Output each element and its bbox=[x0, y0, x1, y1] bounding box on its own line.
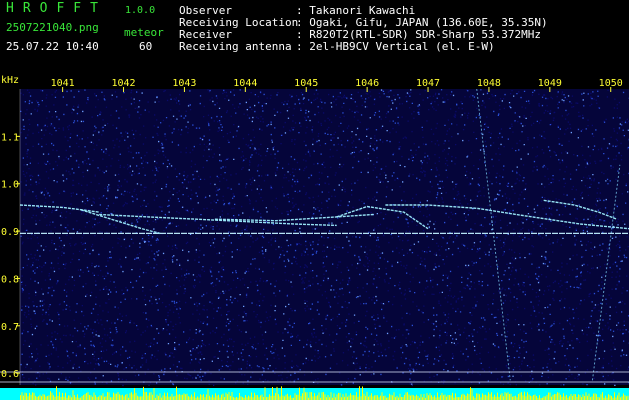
info-label-antenna: Receiving antenna bbox=[179, 40, 292, 53]
app-logo: HROFFT bbox=[6, 1, 107, 16]
y-tick-label: 0.7 bbox=[1, 322, 19, 333]
y-tick-label: 1.1 bbox=[1, 132, 19, 143]
mode-label: meteor bbox=[124, 26, 164, 39]
x-tick-label: 1043 bbox=[172, 78, 196, 89]
x-tick-label: 1045 bbox=[294, 78, 318, 89]
y-tick-label: 0.9 bbox=[1, 227, 19, 238]
app-version: 1.0.0 bbox=[125, 5, 156, 16]
x-tick-label: 1046 bbox=[355, 78, 379, 89]
capture-filename: 2507221040.png bbox=[6, 21, 99, 34]
x-tick-label: 1041 bbox=[51, 78, 75, 89]
bottom-power-bar bbox=[0, 386, 629, 400]
x-tick-label: 1049 bbox=[538, 78, 562, 89]
noise-base bbox=[20, 89, 629, 385]
capture-datetime: 25.07.22 10:40 bbox=[6, 40, 99, 53]
noise-field bbox=[20, 89, 629, 387]
x-tick-label: 1042 bbox=[111, 78, 135, 89]
x-tick-label: 1048 bbox=[477, 78, 501, 89]
x-tick-label: 1050 bbox=[599, 78, 623, 89]
y-tick-label: 0.8 bbox=[1, 274, 19, 285]
y-tick-label: 1.0 bbox=[1, 180, 19, 191]
header-panel: HROFFT 1.0.0 2507221040.png meteor 25.07… bbox=[0, 0, 629, 75]
x-tick-label: 1044 bbox=[233, 78, 257, 89]
y-tick-label: 0.6 bbox=[1, 369, 19, 380]
spectrogram-plot: kHz 1.1 1.0 0.9 0.8 0.7 0.6 1041 1042 1043 1044 10… bbox=[0, 75, 629, 400]
y-axis-unit: kHz bbox=[1, 75, 19, 86]
info-value-antenna: : 2el-HB9CV Vertical (el. E-W) bbox=[296, 40, 495, 53]
meteor-count: 60 bbox=[139, 40, 153, 53]
app-name: HROFFT bbox=[6, 1, 107, 16]
x-tick-label: 1047 bbox=[416, 78, 440, 89]
